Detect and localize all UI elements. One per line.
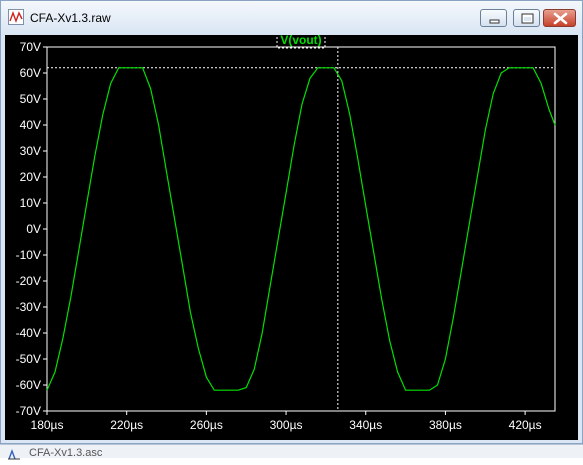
x-tick-label: 420µs [509,418,542,432]
maximize-button[interactable] [513,9,540,27]
x-tick-label: 220µs [110,418,143,432]
y-tick-label: 50V [20,92,41,106]
y-tick-label: 60V [20,66,41,80]
background-window-strip[interactable]: CFA-Xv1.3.asc [0,444,583,460]
waveform-chart[interactable]: 70V 60V 50V 40V 30V 20V 10V 0V -10V -20V -30V -40V -… [5,32,578,440]
y-tick-label: 0V [26,222,41,236]
y-tick-label: 70V [20,40,41,54]
schematic-icon [7,447,21,460]
trace-vout [46,67,556,391]
x-tick-label: 180µs [31,418,64,432]
y-tick-label: -10V [16,248,41,262]
y-tick-label: -60V [16,378,41,392]
window-title: CFA-Xv1.3.raw [30,11,111,25]
x-tick-label: 380µs [429,418,462,432]
waveform-app-icon [8,9,24,25]
y-tick-label: -40V [16,326,41,340]
x-tick-label: 300µs [270,418,303,432]
plot-window: CFA-Xv1.3.raw 70V 60V 50V 40V 30V 20V 10V 0V -10… [0,0,583,444]
plot-frame [46,46,556,412]
trace-label-box[interactable]: V(vout) [276,32,326,49]
plot-area[interactable]: 70V 60V 50V 40V 30V 20V 10V 0V -10V -20V -30V -40V -… [5,32,578,440]
title-bar[interactable]: CFA-Xv1.3.raw [1,1,582,35]
y-tick-label: 10V [20,196,41,210]
y-tick-label: 40V [20,118,41,132]
x-tick-label: 340µs [349,418,382,432]
x-axis: 180µs 220µs 260µs 300µs 340µs 380µs 420µs [31,411,542,432]
y-tick-label: -70V [16,404,41,418]
close-icon [553,12,568,25]
maximize-icon [521,13,534,24]
y-axis: 70V 60V 50V 40V 30V 20V 10V 0V -10V -20V -30V -40V -… [16,40,47,418]
close-button[interactable] [543,9,576,27]
y-tick-label: -50V [16,352,41,366]
trace-label: V(vout) [280,35,321,47]
y-tick-label: -20V [16,274,41,288]
minimize-icon [489,19,500,24]
y-tick-label: 20V [20,170,41,184]
x-tick-label: 260µs [190,418,223,432]
y-tick-label: -30V [16,300,41,314]
minimize-button[interactable] [480,9,507,27]
background-window-title: CFA-Xv1.3.asc [29,447,103,459]
y-tick-label: 30V [20,144,41,158]
